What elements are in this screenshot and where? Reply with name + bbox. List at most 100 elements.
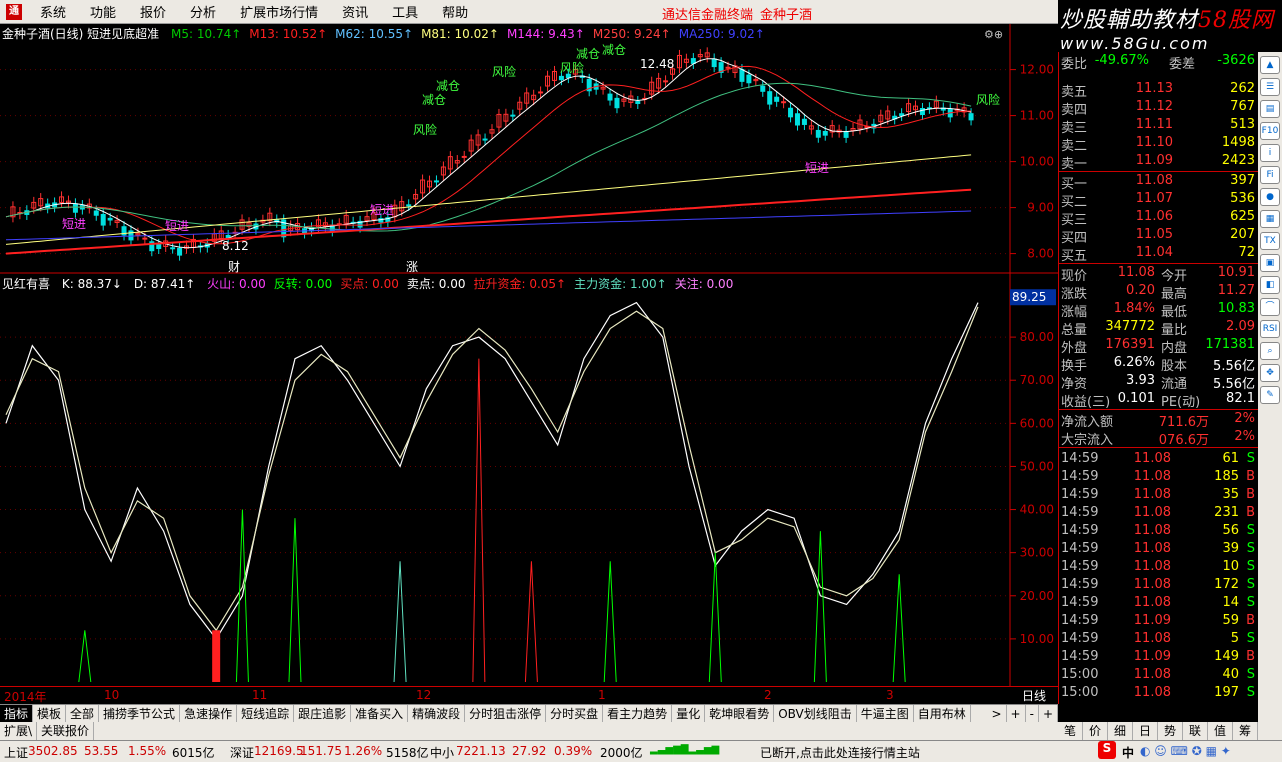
stock-title: 金种子酒 xyxy=(760,8,813,23)
volume: 767 xyxy=(1230,99,1255,114)
menu-function[interactable]: 功能 xyxy=(90,2,116,21)
indicator-name[interactable]: 见红有喜 xyxy=(2,277,50,291)
connection-status[interactable]: 已断开,点击此处连接行情主站 xyxy=(760,744,920,761)
menu-tools[interactable]: 工具 xyxy=(392,2,418,21)
indicator-labels: 火山: 0.00 反转: 0.00 买点: 0.00 卖点: 0.00 拉升资金: 0.… xyxy=(207,277,741,291)
tab-formula[interactable]: 量化 xyxy=(672,704,706,723)
zoom-button[interactable]: + xyxy=(1007,704,1026,723)
tab-formula[interactable]: 短线追踪 xyxy=(237,704,295,723)
reduce-signal: 减仓 xyxy=(602,43,626,57)
tick-row: 14:59 11.09 59 B xyxy=(1059,612,1259,630)
candle-body xyxy=(815,129,821,138)
volume: 185 xyxy=(1214,469,1239,484)
sh-label[interactable]: 上证 xyxy=(4,744,28,761)
value: -49.67% xyxy=(1094,53,1149,68)
menu-extended-market[interactable]: 扩展市场行情 xyxy=(240,2,318,21)
zoom-button[interactable]: + xyxy=(1039,704,1058,723)
tab-quote-view[interactable]: 细 xyxy=(1108,722,1133,740)
time: 14:59 xyxy=(1061,577,1099,592)
tab-quote-view[interactable]: 联 xyxy=(1183,722,1208,740)
toolbar-tx-icon[interactable]: TX xyxy=(1260,232,1280,250)
short-entry-signal: 短进 xyxy=(370,203,394,217)
tab-formula[interactable]: 看主力趋势 xyxy=(603,704,673,723)
toolbar-f10-icon[interactable]: F10 xyxy=(1260,122,1280,140)
label: 收益(三) xyxy=(1061,395,1111,410)
tab-formula[interactable]: OBV划线阻击 xyxy=(774,704,857,723)
ma62-line xyxy=(5,82,972,232)
tab-quote-view[interactable]: 值 xyxy=(1208,722,1233,740)
toolbar-pen-icon[interactable]: ✎ xyxy=(1260,386,1280,404)
sz-percent: 1.26% xyxy=(344,744,383,758)
tab-formula[interactable]: 跟庄追影 xyxy=(294,704,352,723)
price-tick-label: 12.00 xyxy=(1020,63,1054,77)
tab-quote-view[interactable]: 价 xyxy=(1083,722,1108,740)
ma-labels: M5: 10.74↑ M13: 10.52↑ M62: 10.55↑ M81: 10.… xyxy=(171,27,773,41)
toolbar-list-icon[interactable]: ☰ xyxy=(1260,78,1280,96)
kd-line-D xyxy=(5,306,979,632)
chart-area[interactable]: 12.00 11.00 10.00 9.00 8.00 12.48 8.12 风险 风险 风险风… xyxy=(0,24,1058,704)
up-marker: 涨 xyxy=(406,259,418,274)
toolbar-scroll-icon[interactable]: ▲ xyxy=(1260,56,1280,74)
indicator-label: 买点: 0.00 xyxy=(340,277,399,291)
tab-formula[interactable]: 分时买盘 xyxy=(546,704,604,723)
zoom-button[interactable]: - xyxy=(1026,704,1039,723)
toolbar-fi-icon[interactable]: Fi xyxy=(1260,166,1280,184)
price-tick-label: 11.00 xyxy=(1020,109,1054,123)
menu-system[interactable]: 系统 xyxy=(40,2,66,21)
tab-quote-view[interactable]: 笔 xyxy=(1058,722,1083,740)
menu-quote[interactable]: 报价 xyxy=(140,2,166,21)
toolbar-chart-icon[interactable]: ▤ xyxy=(1260,100,1280,118)
volume: 513 xyxy=(1230,117,1255,132)
stat-row: 换手 6.26% 股本 5.56亿 xyxy=(1059,354,1259,374)
period-selector[interactable]: 日线 xyxy=(1010,686,1058,704)
tab-more-button[interactable]: > xyxy=(987,704,1007,723)
toolbar-grid-icon[interactable]: ▦ xyxy=(1260,210,1280,228)
tab-formula[interactable]: 乾坤眼看势 xyxy=(705,704,775,723)
chart-settings-icon[interactable]: ⚙⊕ xyxy=(984,28,1003,41)
tab-formula[interactable]: 模板 xyxy=(33,704,67,723)
tab-formula[interactable]: 牛逼主图 xyxy=(857,704,914,723)
toolbar-win-icon[interactable]: ▣ xyxy=(1260,254,1280,272)
tab-formula[interactable]: 分时狙击涨停 xyxy=(465,704,547,723)
menu-help[interactable]: 帮助 xyxy=(442,2,468,21)
menu-analysis[interactable]: 分析 xyxy=(190,2,216,21)
price: 11.08 xyxy=(1133,667,1171,682)
label: 买五 xyxy=(1061,249,1088,264)
tab-quote-view[interactable]: 势 xyxy=(1158,722,1183,740)
indicator-lines xyxy=(5,301,979,683)
time: 14:59 xyxy=(1061,487,1099,502)
value: 3.93 xyxy=(1126,373,1155,388)
zx-label[interactable]: 中小 xyxy=(430,744,454,761)
tab-formula[interactable]: 捕捞季节公式 xyxy=(99,704,181,723)
volume: 231 xyxy=(1214,505,1239,520)
ime-mode[interactable]: 中 xyxy=(1122,744,1134,761)
candle-body xyxy=(93,210,99,216)
menu-news[interactable]: 资讯 xyxy=(342,2,368,21)
tab-formula[interactable]: 指标 xyxy=(0,704,34,723)
tab-quote-view[interactable]: 筹 xyxy=(1233,722,1258,740)
chart-title: 金种子酒(日线) 短进见底超准 xyxy=(2,27,160,41)
sz-label[interactable]: 深证 xyxy=(230,744,254,761)
tab-extension[interactable]: 扩展\ xyxy=(0,722,38,740)
toolbar-lock-icon[interactable]: ◧ xyxy=(1260,276,1280,294)
risk-signal: 风险 xyxy=(413,122,437,137)
toolbar-info-icon[interactable]: i xyxy=(1260,144,1280,162)
tab-quote-view[interactable]: 日 xyxy=(1133,722,1158,740)
chart-svg[interactable]: 12.0011.0010.009.008.00 12.488.12风险风险风险风… xyxy=(0,24,1058,686)
tab-formula[interactable]: 准备买入 xyxy=(351,704,409,723)
indicator-label: 卖点: 0.00 xyxy=(406,277,466,291)
quote-tabs: 笔价细日势联值筹 xyxy=(1058,722,1258,740)
indicator-grid xyxy=(0,336,1010,640)
tab-formula[interactable]: 急速操作 xyxy=(180,704,238,723)
toolbar-move-icon[interactable]: ✥ xyxy=(1260,364,1280,382)
toolbar-line-icon[interactable]: ⌒ xyxy=(1260,298,1280,316)
toolbar-search-icon[interactable]: ⌕ xyxy=(1260,342,1280,360)
candle-body xyxy=(746,74,752,84)
tab-formula[interactable]: 自用布林 xyxy=(914,704,971,723)
tab-formula[interactable]: 精确波段 xyxy=(408,704,466,723)
toolbar-circle-icon[interactable]: ● xyxy=(1260,188,1280,206)
tab-formula[interactable]: 全部 xyxy=(66,704,100,723)
tab-related-quote[interactable]: 关联报价 xyxy=(37,722,95,740)
toolbar-rsi-icon[interactable]: RSI xyxy=(1260,320,1280,338)
ime-tools-icon[interactable]: ◐ ☺ ⌨ ✪ ▦ ✦ xyxy=(1140,744,1231,758)
